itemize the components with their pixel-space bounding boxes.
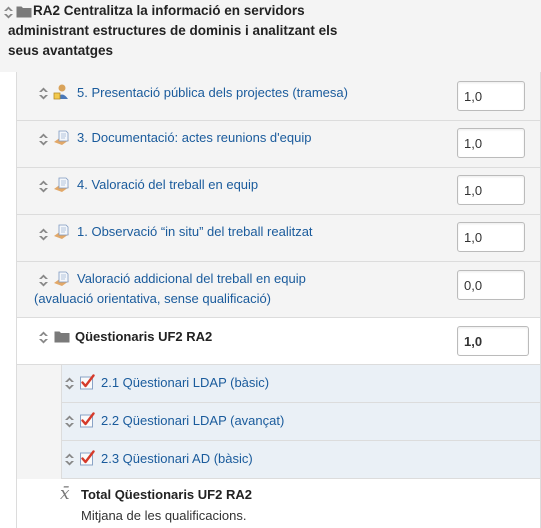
workshop-icon [53,223,70,240]
move-icon[interactable] [38,331,49,344]
grade-input[interactable] [457,270,525,300]
quiz-icon [79,374,95,390]
quiz-link[interactable]: 2.1 Qüestionari LDAP (bàsic) [101,373,269,393]
move-icon[interactable] [38,180,49,193]
grade-item-link[interactable]: 3. Documentació: actes reunions d'equip [77,128,311,148]
folder-icon [54,330,70,343]
move-icon[interactable] [38,133,49,146]
quiz-icon [79,412,95,428]
workshop-icon [53,129,70,146]
workshop-icon [53,176,70,193]
grade-input[interactable] [457,175,525,205]
grade-input[interactable] [457,128,525,158]
move-icon[interactable] [64,377,75,390]
grade-item-link[interactable]: 1. Observació “in situ” del treball real… [77,222,313,242]
subcategory-title: Qüestionaris UF2 RA2 [75,329,213,344]
move-icon[interactable] [64,453,75,466]
grade-input[interactable] [457,222,525,252]
total-aggregation: Mitjana de les qualificacions. [81,508,247,523]
grade-item-link[interactable]: 5. Presentació pública dels projectes (t… [77,83,348,103]
total-label: Total Qüestionaris UF2 RA2 [81,487,252,502]
grade-input[interactable] [457,81,525,111]
assignment-icon [53,84,70,100]
category-title: RA2 Centralitza la informació en servido… [8,3,338,58]
quiz-icon [79,450,95,466]
move-icon[interactable] [64,415,75,428]
quiz-link[interactable]: 2.2 Qüestionari LDAP (avançat) [101,411,284,431]
subcategory-grade-input[interactable] [457,326,529,356]
move-icon[interactable] [38,87,49,100]
grade-item-link[interactable]: 4. Valoració del treball en equip [77,175,258,195]
grade-item-link[interactable]: Valoració addicional del treball en equi… [34,269,354,309]
mean-icon: x̄ [60,484,70,504]
quiz-link[interactable]: 2.3 Qüestionari AD (bàsic) [101,449,253,469]
move-icon[interactable] [38,228,49,241]
